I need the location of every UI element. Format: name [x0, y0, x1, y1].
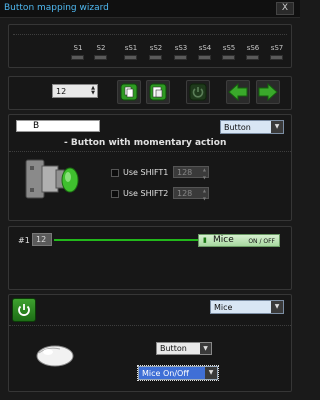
button-description: - Button with momentary action — [64, 138, 227, 148]
mapping-target-label: Mice — [213, 235, 234, 245]
slot-label-ss3: sS3 — [174, 44, 188, 52]
chevron-down-icon[interactable]: ▼ — [271, 301, 283, 313]
shift1-spinner[interactable]: 128 ▲ ▼ — [173, 166, 209, 180]
button-name-field[interactable]: B — [16, 120, 100, 132]
shift1-checkbox[interactable] — [111, 169, 119, 177]
action-type-select[interactable]: Button ▼ — [156, 342, 212, 355]
close-button[interactable]: X — [276, 2, 294, 15]
device-value: Mice — [214, 303, 233, 312]
spinner-arrows-icon[interactable]: ▲ ▼ — [203, 168, 206, 180]
action-value: Mice On/Off — [142, 369, 189, 378]
slot-led-ss1 — [124, 55, 137, 60]
mapping-index-value: 12 — [36, 235, 47, 244]
slot-label-ss7: sS7 — [270, 44, 284, 52]
pushbutton-icon — [25, 159, 79, 199]
shift2-spinner[interactable]: 128 ▲ ▼ — [173, 187, 209, 201]
mapping-target-icon: ▮ — [203, 236, 207, 244]
slot-led-ss5 — [222, 55, 235, 60]
slot-led-s1 — [71, 55, 84, 60]
slot-label-s1: S1 — [73, 44, 83, 52]
spinner-arrows-icon[interactable]: ▲ ▼ — [91, 86, 95, 96]
divider — [9, 325, 291, 326]
chevron-down-icon[interactable]: ▼ — [271, 121, 283, 133]
copy-icon — [120, 83, 138, 101]
close-icon: X — [281, 3, 289, 13]
power-icon — [189, 83, 207, 101]
spinner-arrows-icon[interactable]: ▲ ▼ — [203, 189, 206, 201]
slot-label-ss4: sS4 — [198, 44, 212, 52]
title-bar: Button mapping wizard X — [0, 0, 300, 18]
shift2-label: Use SHIFT2 — [123, 189, 169, 198]
slot-led-ss3 — [174, 55, 187, 60]
shift1-label: Use SHIFT1 — [123, 168, 169, 177]
slot-label-s2: S2 — [96, 44, 106, 52]
mapping-id-label: #1 — [18, 236, 30, 245]
previous-button[interactable] — [226, 80, 250, 104]
arrow-left-icon — [228, 82, 248, 102]
device-select[interactable]: Mice ▼ — [210, 300, 284, 314]
reset-button[interactable] — [186, 80, 210, 104]
chevron-down-icon[interactable]: ▼ — [205, 367, 217, 379]
action-type-value: Button — [160, 344, 187, 353]
paste-icon — [149, 83, 167, 101]
shift2-value: 128 — [177, 189, 193, 198]
slot-label-ss5: sS5 — [222, 44, 236, 52]
slot-led-s2 — [94, 55, 107, 60]
index-value: 12 — [56, 87, 67, 96]
slot-label-ss6: sS6 — [246, 44, 260, 52]
action-select[interactable]: Mice On/Off ▼ — [137, 365, 219, 381]
slot-label-ss1: sS1 — [124, 44, 138, 52]
divider — [13, 34, 287, 35]
mapping-index-field[interactable]: 12 — [32, 233, 52, 246]
chevron-down-icon[interactable]: ▼ — [200, 343, 211, 354]
index-spinner[interactable]: 12 ▲ ▼ — [52, 84, 98, 98]
slot-led-ss6 — [246, 55, 259, 60]
slot-led-ss2 — [149, 55, 162, 60]
next-button[interactable] — [256, 80, 280, 104]
button-name-value: B — [33, 121, 40, 131]
divider — [9, 151, 291, 152]
mapping-state-label: ON / OFF — [248, 238, 275, 245]
power-icon — [18, 304, 30, 316]
enable-toggle-button[interactable] — [12, 298, 36, 322]
slot-led-ss7 — [270, 55, 283, 60]
slot-led-ss4 — [198, 55, 211, 60]
mapping-target-button[interactable]: ▮ Mice ON / OFF — [198, 234, 280, 247]
mouse-icon — [36, 345, 74, 367]
button-type-select[interactable]: Button ▼ — [220, 120, 284, 134]
button-type-value: Button — [224, 123, 251, 132]
paste-button[interactable] — [146, 80, 170, 104]
copy-button[interactable] — [117, 80, 141, 104]
shift1-value: 128 — [177, 168, 193, 177]
mapping-link-line — [54, 239, 200, 241]
slot-label-ss2: sS2 — [149, 44, 163, 52]
shift2-checkbox[interactable] — [111, 190, 119, 198]
window-title: Button mapping wizard — [4, 3, 109, 13]
arrow-right-icon — [258, 82, 278, 102]
